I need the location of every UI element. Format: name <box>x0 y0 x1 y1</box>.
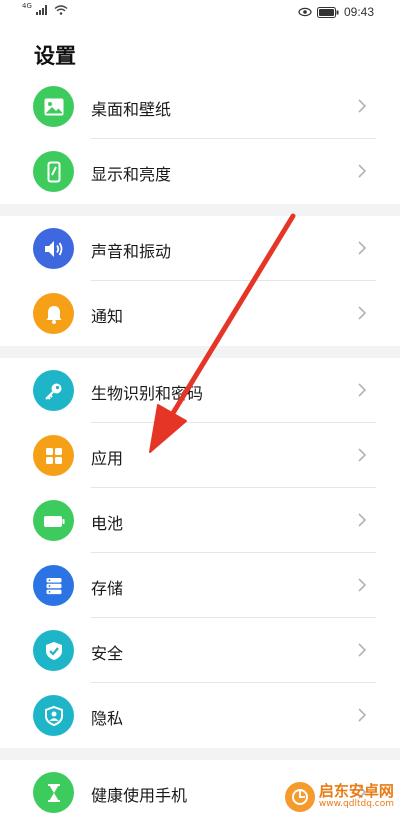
battery-icon <box>33 500 74 541</box>
wifi-icon <box>54 5 68 15</box>
chevron-right-icon <box>358 164 367 178</box>
settings-list: 桌面和壁纸 显示和亮度 声音和振动 通知 生物识别和密码 应用 电池 存储 安全… <box>0 74 400 825</box>
watermark-url: www.qdltdq.com <box>318 799 394 810</box>
settings-item-label: 通知 <box>91 307 124 326</box>
watermark-title: 启东安卓网 <box>318 782 394 801</box>
settings-item-sound[interactable]: 声音和振动 <box>0 216 400 281</box>
display-phone-icon <box>33 151 74 192</box>
group-divider <box>0 346 400 358</box>
eye-comfort-icon <box>298 7 312 17</box>
settings-item-label: 生物识别和密码 <box>91 384 204 403</box>
hourglass-icon <box>33 772 74 813</box>
settings-group: 生物识别和密码 应用 电池 存储 安全 隐私 <box>0 358 400 748</box>
chevron-right-icon <box>358 99 367 113</box>
page-title: 设置 <box>34 44 76 68</box>
status-left: 4G <box>22 2 68 15</box>
settings-group: 桌面和壁纸 显示和亮度 <box>0 74 400 204</box>
settings-item-label: 声音和振动 <box>91 242 172 261</box>
group-divider <box>0 204 400 216</box>
speaker-icon <box>33 228 74 269</box>
status-right: 09:43 <box>298 5 374 19</box>
watermark: 启东安卓网 www.qdltdq.com <box>284 782 394 812</box>
settings-item-label: 电池 <box>91 514 124 533</box>
wallpaper-icon <box>33 86 74 127</box>
chevron-right-icon <box>358 578 367 592</box>
settings-item-label: 应用 <box>91 449 124 468</box>
key-icon <box>33 370 74 411</box>
chevron-right-icon <box>358 513 367 527</box>
status-bar: 4G 09:43 <box>0 0 400 26</box>
chevron-right-icon <box>358 241 367 255</box>
settings-item-biometrics[interactable]: 生物识别和密码 <box>0 358 400 423</box>
settings-item-storage[interactable]: 存储 <box>0 553 400 618</box>
chevron-right-icon <box>358 708 367 722</box>
network-type: 4G <box>22 2 32 10</box>
shield-check-icon <box>33 630 74 671</box>
clock: 09:43 <box>343 5 374 19</box>
settings-item-apps[interactable]: 应用 <box>0 423 400 488</box>
battery-status-icon <box>316 6 339 18</box>
bell-icon <box>33 293 74 334</box>
privacy-shield-icon <box>33 695 74 736</box>
group-divider <box>0 748 400 760</box>
settings-item-wallpaper[interactable]: 桌面和壁纸 <box>0 74 400 139</box>
settings-item-privacy[interactable]: 隐私 <box>0 683 400 748</box>
signal-icon <box>35 5 47 15</box>
chevron-right-icon <box>358 448 367 462</box>
chevron-right-icon <box>358 643 367 657</box>
watermark-logo-icon <box>284 782 315 812</box>
apps-grid-icon <box>33 435 74 476</box>
settings-item-label: 隐私 <box>91 709 124 728</box>
settings-item-label: 健康使用手机 <box>91 786 188 805</box>
chevron-right-icon <box>358 383 367 397</box>
settings-item-security[interactable]: 安全 <box>0 618 400 683</box>
settings-item-label: 存储 <box>91 579 124 598</box>
settings-item-display[interactable]: 显示和亮度 <box>0 139 400 204</box>
settings-item-battery[interactable]: 电池 <box>0 488 400 553</box>
settings-item-notifications[interactable]: 通知 <box>0 281 400 346</box>
watermark-text: 启东安卓网 www.qdltdq.com <box>319 784 394 809</box>
settings-item-label: 显示和亮度 <box>91 165 172 184</box>
storage-icon <box>33 565 74 606</box>
settings-item-label: 安全 <box>91 644 124 663</box>
chevron-right-icon <box>358 306 367 320</box>
settings-group: 声音和振动 通知 <box>0 216 400 346</box>
settings-item-label: 桌面和壁纸 <box>91 100 172 119</box>
